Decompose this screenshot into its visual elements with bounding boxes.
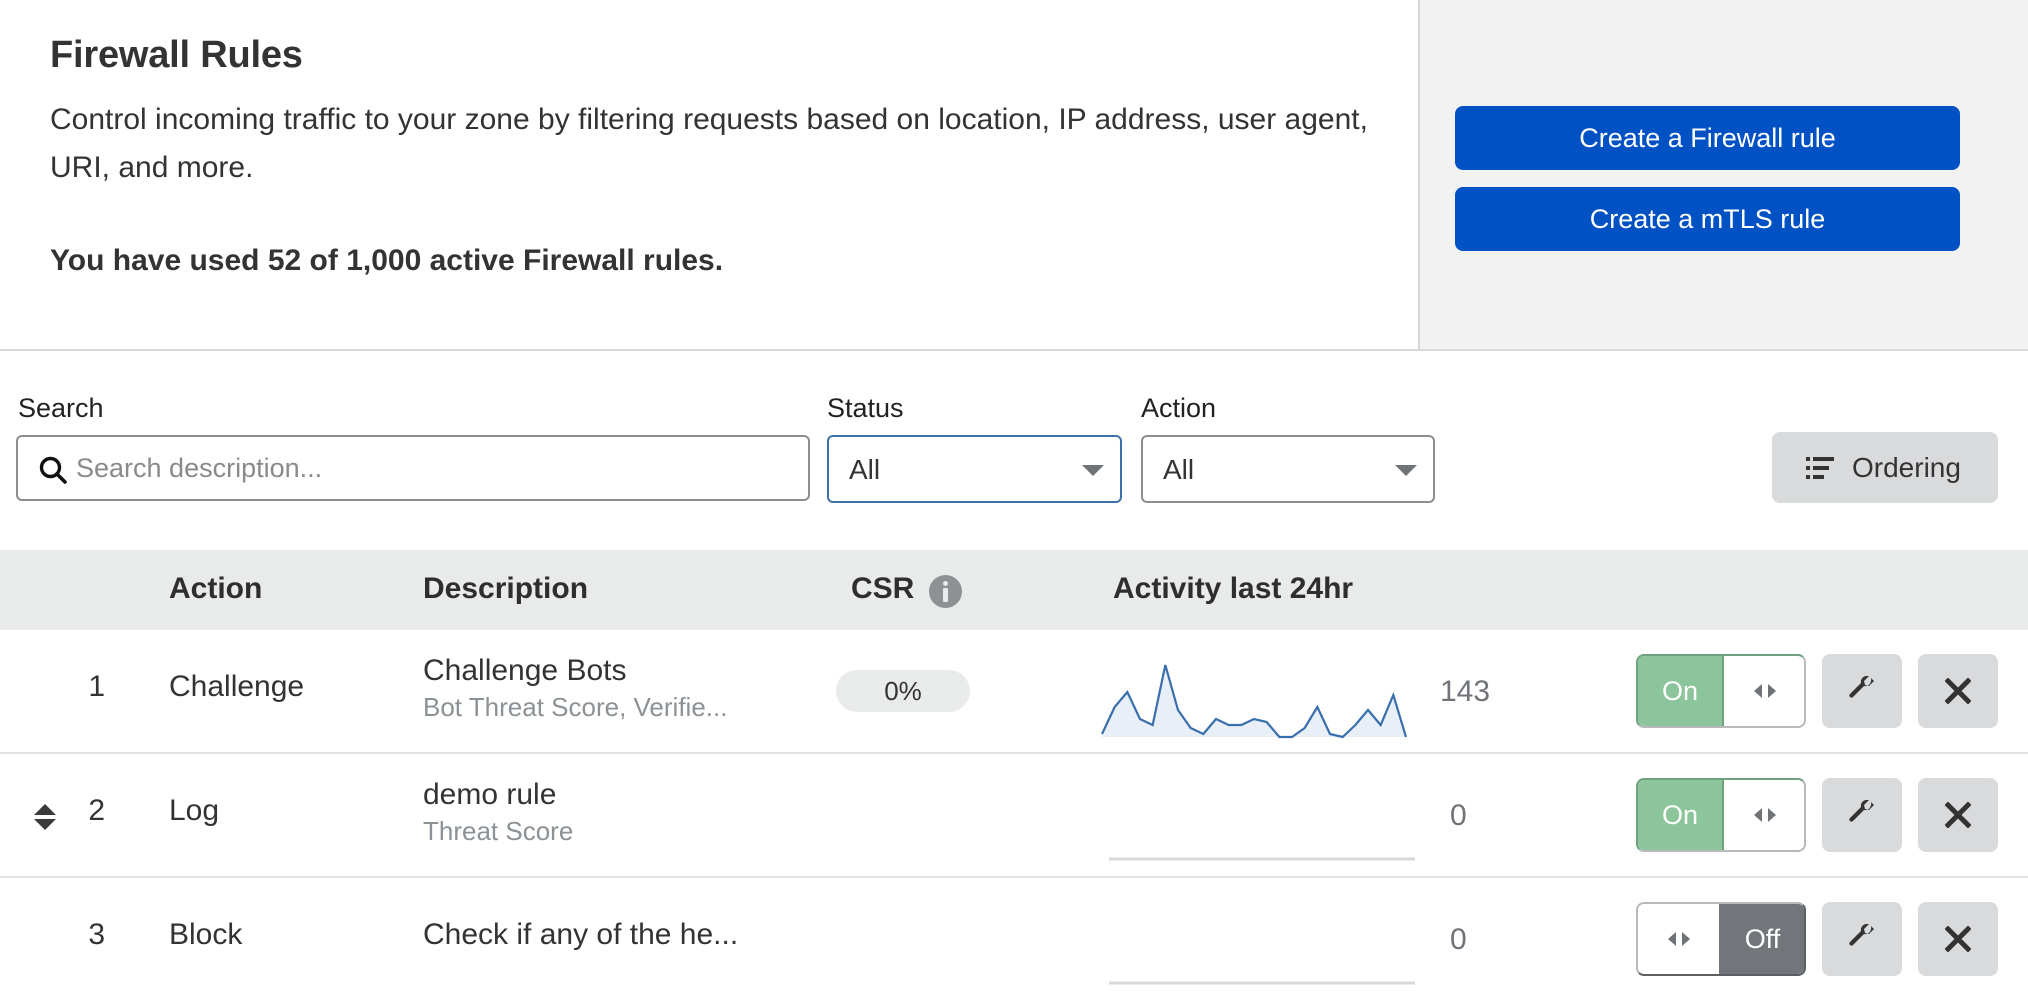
- activity-area: [1102, 665, 1406, 737]
- activity-count: 0: [1450, 799, 1467, 833]
- rule-enabled-toggle[interactable]: On: [1636, 778, 1806, 852]
- page-title: Firewall Rules: [50, 34, 303, 77]
- status-filter-select[interactable]: All: [827, 435, 1122, 503]
- rule-action: Block: [169, 918, 242, 952]
- rule-fields: Threat Score: [423, 816, 573, 847]
- search-field[interactable]: [16, 435, 810, 501]
- ordering-label: Ordering: [1852, 452, 1961, 484]
- close-icon: [1945, 926, 1971, 952]
- status-filter-label: Status: [827, 393, 904, 424]
- toggle-knob: [1724, 780, 1806, 850]
- rule-enabled-toggle[interactable]: On: [1636, 654, 1806, 728]
- wrench-icon: [1847, 924, 1877, 954]
- create-firewall-rule-button[interactable]: Create a Firewall rule: [1455, 106, 1960, 170]
- rule-usage-text: You have used 52 of 1,000 active Firewal…: [50, 244, 723, 278]
- rule-enabled-toggle[interactable]: Off: [1636, 902, 1806, 976]
- action-filter-value: All: [1163, 454, 1194, 486]
- list-ordering-icon: [1806, 456, 1834, 480]
- status-filter-value: All: [849, 454, 880, 486]
- column-header-action[interactable]: Action: [169, 572, 262, 606]
- chevron-down-icon: [1395, 465, 1417, 476]
- arrows-horizontal-icon: [1753, 807, 1777, 823]
- close-icon: [1945, 802, 1971, 828]
- activity-sparkline: [1095, 898, 1425, 988]
- info-icon[interactable]: [929, 575, 962, 608]
- toggle-knob: [1724, 656, 1806, 726]
- edit-rule-button[interactable]: [1822, 654, 1902, 728]
- rule-priority: 1: [85, 670, 105, 704]
- search-icon: [38, 455, 68, 485]
- delete-rule-button[interactable]: [1918, 902, 1998, 976]
- rule-description[interactable]: Challenge Bots: [423, 654, 626, 688]
- rule-action: Log: [169, 794, 219, 828]
- wrench-icon: [1847, 676, 1877, 706]
- header-info-panel: Firewall Rules Control incoming traffic …: [0, 0, 1418, 349]
- search-label: Search: [18, 393, 104, 424]
- delete-rule-button[interactable]: [1918, 654, 1998, 728]
- header-actions-panel: Create a Firewall rule Create a mTLS rul…: [1418, 0, 2028, 349]
- table-row[interactable]: 3 Block Check if any of the he... 0 Off: [0, 878, 2028, 996]
- rule-priority: 2: [85, 794, 105, 828]
- rule-action: Challenge: [169, 670, 304, 704]
- create-mtls-rule-button[interactable]: Create a mTLS rule: [1455, 187, 1960, 251]
- action-filter-label: Action: [1141, 393, 1216, 424]
- toggle-knob: [1638, 904, 1719, 974]
- rule-fields: Bot Threat Score, Verifie...: [423, 692, 727, 723]
- arrows-horizontal-icon: [1667, 931, 1691, 947]
- page-header: Firewall Rules Control incoming traffic …: [0, 0, 2028, 351]
- close-icon: [1945, 678, 1971, 704]
- activity-count: 143: [1440, 675, 1490, 709]
- table-row[interactable]: 2 Log demo rule Threat Score 0 On: [0, 754, 2028, 878]
- toggle-on-label: On: [1638, 656, 1724, 726]
- edit-rule-button[interactable]: [1822, 902, 1902, 976]
- page-description: Control incoming traffic to your zone by…: [50, 96, 1390, 192]
- chevron-down-icon: [1082, 465, 1104, 476]
- column-header-activity: Activity last 24hr: [1113, 572, 1353, 606]
- action-filter-select[interactable]: All: [1141, 435, 1435, 503]
- column-header-csr: CSR: [851, 572, 914, 606]
- csr-badge: 0%: [836, 670, 970, 712]
- arrows-horizontal-icon: [1753, 683, 1777, 699]
- table-header: Action Description CSR Activity last 24h…: [0, 550, 2028, 630]
- ordering-button[interactable]: Ordering: [1772, 432, 1998, 503]
- activity-sparkline: [1095, 650, 1425, 740]
- table-row[interactable]: 1 Challenge Challenge Bots Bot Threat Sc…: [0, 630, 2028, 754]
- rule-description[interactable]: demo rule: [423, 778, 556, 812]
- wrench-icon: [1847, 800, 1877, 830]
- drag-sort-handle-icon[interactable]: [33, 802, 57, 832]
- toggle-on-label: On: [1638, 780, 1724, 850]
- search-input[interactable]: [76, 437, 796, 499]
- rule-description[interactable]: Check if any of the he...: [423, 918, 738, 952]
- delete-rule-button[interactable]: [1918, 778, 1998, 852]
- activity-count: 0: [1450, 923, 1467, 957]
- toggle-off-label: Off: [1719, 904, 1806, 974]
- edit-rule-button[interactable]: [1822, 778, 1902, 852]
- activity-sparkline: [1095, 774, 1425, 864]
- column-header-description[interactable]: Description: [423, 572, 588, 606]
- rule-priority: 3: [85, 918, 105, 952]
